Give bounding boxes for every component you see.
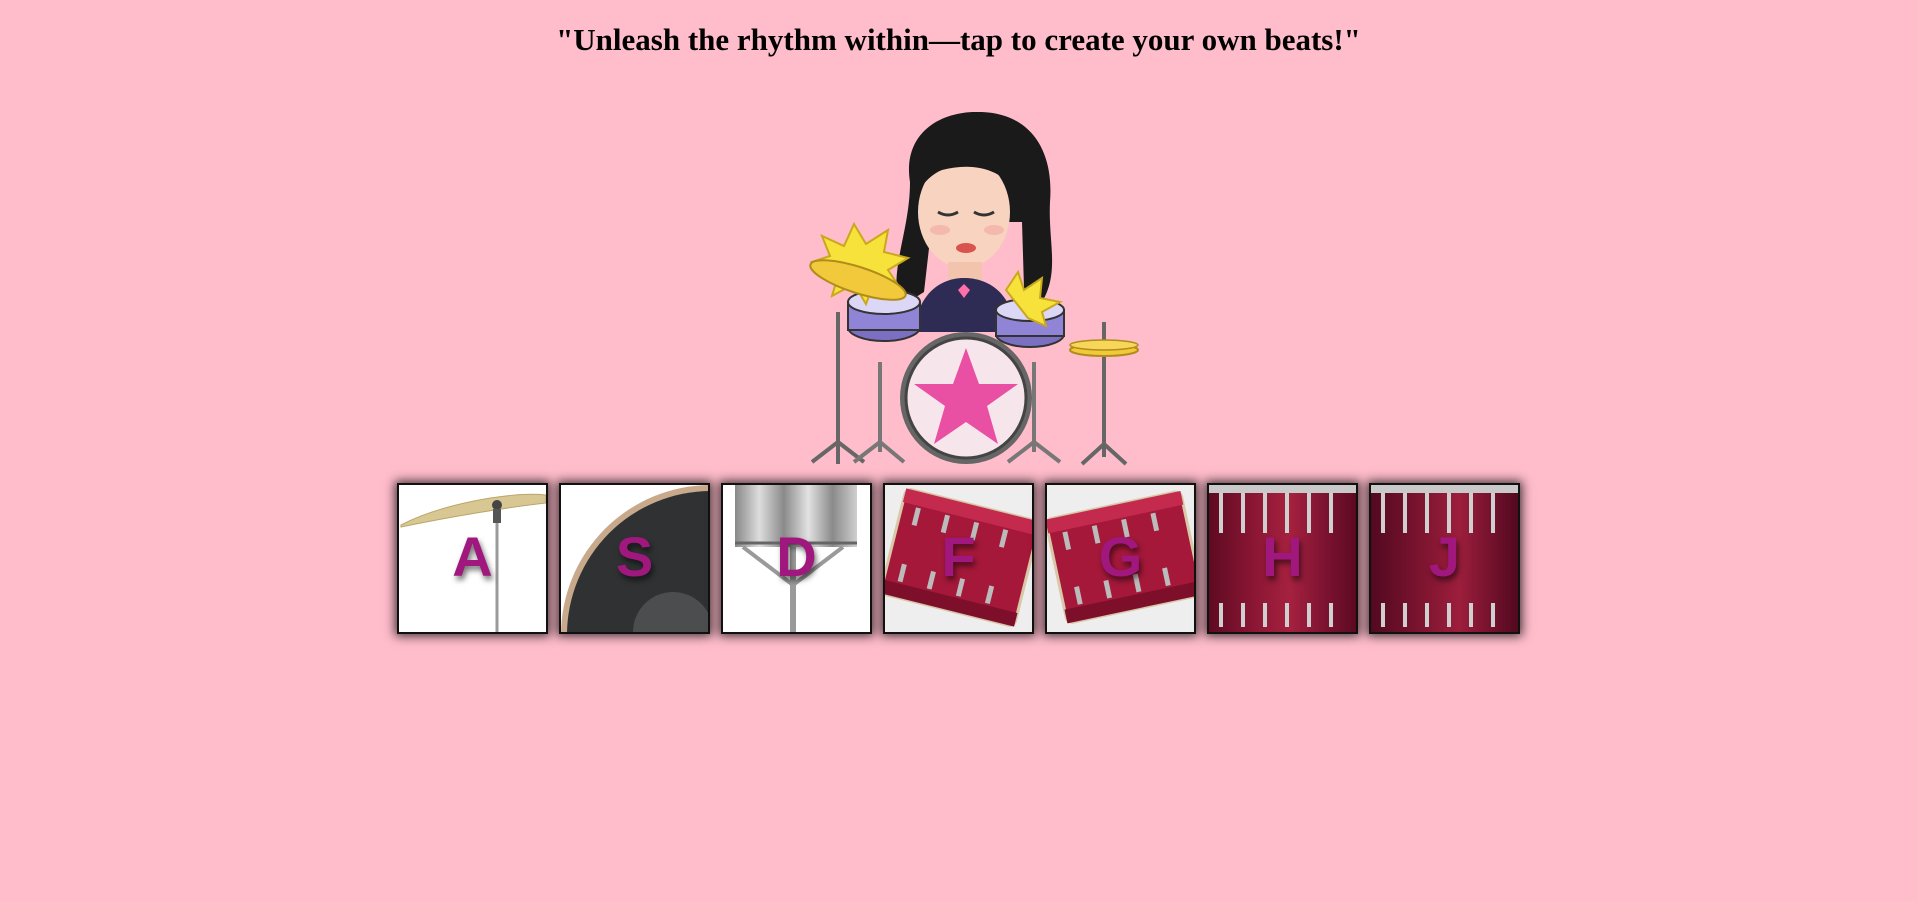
key-letter: S [615,525,654,588]
drum-key-f[interactable]: F [883,483,1034,634]
page-tagline: "Unleash the rhythm within—tap to create… [556,22,1361,57]
bass-drum-icon [900,332,1032,464]
drum-keys-row: A S D F G H J [397,483,1521,634]
key-letter: H [1262,525,1303,588]
drum-key-j[interactable]: J [1369,483,1520,634]
key-letter: G [1098,525,1143,588]
key-letter: J [1428,525,1461,588]
key-letter: F [941,525,976,588]
drum-kit-page: "Unleash the rhythm within—tap to create… [0,0,1917,901]
drum-key-s[interactable]: S [559,483,710,634]
drum-key-a[interactable]: A [397,483,548,634]
key-letter: A [452,525,493,588]
drummer-illustration [809,112,1139,466]
drum-key-g[interactable]: G [1045,483,1196,634]
drum-key-h[interactable]: H [1207,483,1358,634]
key-letter: D [776,525,817,588]
drum-key-d[interactable]: D [721,483,872,634]
